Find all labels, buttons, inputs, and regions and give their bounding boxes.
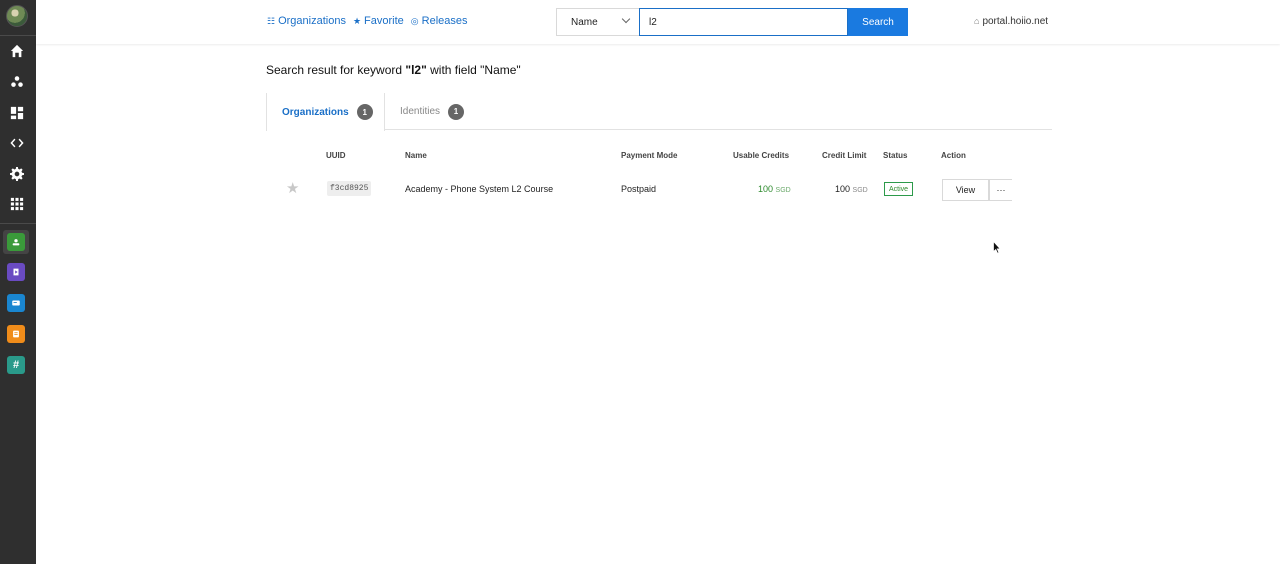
sidebar: # <box>0 0 36 564</box>
more-actions-button[interactable]: ··· <box>989 179 1012 201</box>
usable-credits-unit: SGD <box>775 187 791 194</box>
column-action: Action <box>941 151 966 160</box>
usable-credits-value: 100 <box>758 184 774 194</box>
tab-identities[interactable]: Identities 1 <box>400 93 465 130</box>
portal-label: portal.hoiio.net <box>982 16 1049 27</box>
top-links: ☷ Organizations ★ Favorite ◎ Releases <box>267 15 468 27</box>
user-avatar[interactable] <box>6 5 28 27</box>
column-usable-credits: Usable Credits <box>733 151 790 160</box>
gear-icon[interactable] <box>8 165 26 183</box>
sidebar-divider <box>0 35 36 36</box>
result-keyword: "l2" <box>405 63 427 77</box>
releases-icon: ◎ <box>410 16 419 26</box>
app-teal-glyph: # <box>12 359 20 371</box>
app-green-icon[interactable] <box>7 233 25 251</box>
tab-organizations[interactable]: Organizations 1 <box>266 93 385 131</box>
column-status: Status <box>883 151 908 160</box>
apps-grid-icon[interactable] <box>8 195 26 213</box>
search-field-select[interactable]: Name <box>556 8 639 36</box>
home-icon[interactable] <box>8 42 26 60</box>
sidebar-divider <box>0 223 36 224</box>
result-prefix: Search result for keyword <box>266 63 406 77</box>
view-button[interactable]: View <box>942 179 989 201</box>
credit-limit-value: 100 <box>835 184 851 194</box>
organizations-link-label: Organizations <box>278 15 346 27</box>
column-payment-mode: Payment Mode <box>621 151 678 160</box>
search-input[interactable] <box>639 8 848 36</box>
organizations-link[interactable]: ☷ Organizations <box>267 15 346 27</box>
status-badge: Active <box>884 182 914 196</box>
search-result-heading: Search result for keyword "l2" with fiel… <box>266 63 521 77</box>
portal-link[interactable]: ⌂ portal.hoiio.net <box>974 16 1048 27</box>
tab-organizations-label: Organizations <box>282 106 349 118</box>
column-name: Name <box>405 151 427 160</box>
row-uuid: f3cd8925 <box>327 181 372 196</box>
column-uuid: UUID <box>326 151 346 160</box>
favorite-link-label: Favorite <box>364 15 404 27</box>
app-purple-icon[interactable] <box>7 263 25 281</box>
favorite-star-icon[interactable]: ★ <box>286 179 299 197</box>
chevron-down-icon <box>621 14 631 24</box>
search-group: Name Search <box>556 8 908 36</box>
star-icon: ★ <box>352 16 362 26</box>
result-tabs: Organizations 1 Identities 1 <box>266 93 1052 131</box>
credit-limit-unit: SGD <box>852 187 868 194</box>
result-middle: with field <box>426 63 481 77</box>
dashboard-icon[interactable] <box>8 104 26 122</box>
row-payment-mode: Postpaid <box>621 184 657 194</box>
result-field: "Name" <box>480 63 521 77</box>
row-name: Academy - Phone System L2 Course <box>405 184 554 194</box>
top-bar: ☷ Organizations ★ Favorite ◎ Releases Name … <box>36 0 1280 44</box>
app-blue-icon[interactable] <box>7 294 25 312</box>
tab-identities-count: 1 <box>448 103 465 120</box>
users-icon[interactable] <box>8 73 26 91</box>
row-usable-credits: 100 SGD <box>758 184 791 194</box>
house-icon: ⌂ <box>974 16 980 26</box>
code-icon[interactable] <box>8 134 26 152</box>
column-credit-limit: Credit Limit <box>822 151 867 160</box>
tab-identities-label: Identities <box>400 106 441 117</box>
releases-link[interactable]: ◎ Releases <box>411 15 468 27</box>
releases-link-label: Releases <box>421 15 468 27</box>
mouse-cursor-icon <box>993 241 1001 254</box>
row-credit-limit: 100 SGD <box>835 184 868 194</box>
search-button[interactable]: Search <box>848 8 908 36</box>
app-teal-icon[interactable]: # <box>7 356 25 374</box>
organizations-icon: ☷ <box>267 16 276 26</box>
favorite-link[interactable]: ★ Favorite <box>353 15 404 27</box>
app-orange-icon[interactable] <box>7 325 25 343</box>
tab-organizations-count: 1 <box>356 104 373 120</box>
search-field-value: Name <box>571 16 598 28</box>
